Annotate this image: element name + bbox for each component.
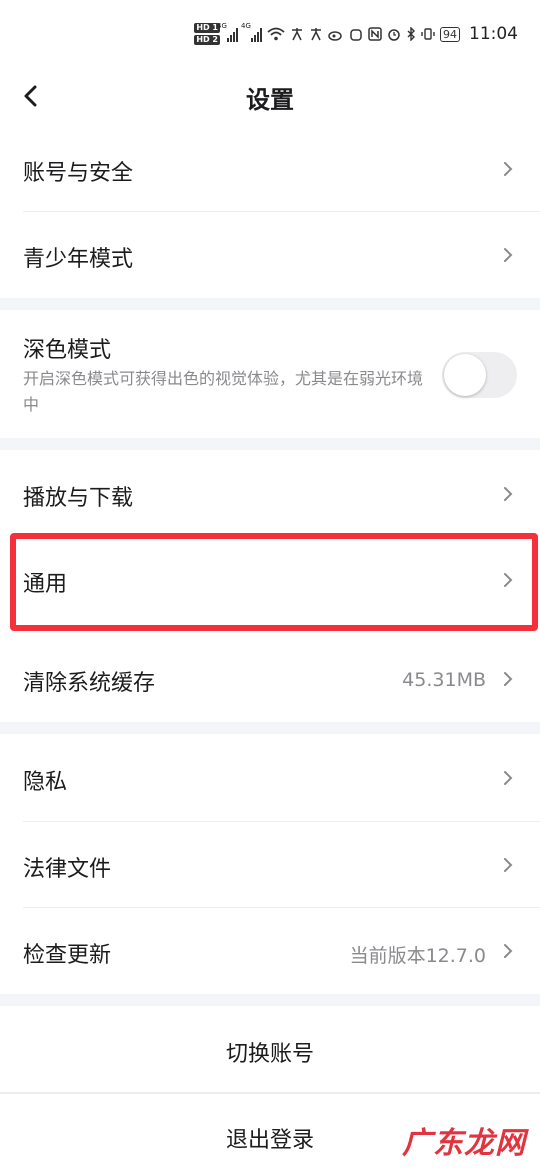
- chevron-right-icon: [504, 672, 513, 686]
- account-security-label: 账号与安全: [23, 161, 134, 186]
- teen-mode-label: 青少年模式: [23, 247, 134, 272]
- nav-bar: 设置: [0, 68, 540, 126]
- dark-mode-label: 深色模式: [23, 338, 112, 363]
- account-security-row[interactable]: 账号与安全: [0, 126, 540, 212]
- page-title: 设置: [246, 86, 294, 114]
- hand-icon: [350, 29, 362, 41]
- cache-size-value: 45.31MB: [402, 669, 486, 691]
- app-notification-icon: [311, 28, 321, 41]
- switch-account-label: 切换账号: [225, 1042, 314, 1067]
- cell-signal-2-icon: 4G: [241, 22, 262, 42]
- current-version-value: 当前版本12.7.0: [349, 945, 486, 967]
- cell-signal-1-icon: 4G: [217, 22, 238, 42]
- battery-icon: 94: [440, 26, 460, 42]
- check-update-row[interactable]: 检查更新 当前版本12.7.0: [0, 908, 540, 994]
- section-gap: [0, 722, 540, 734]
- bluetooth-icon: [407, 27, 415, 41]
- privacy-row[interactable]: 隐私: [0, 734, 540, 822]
- dark-mode-toggle[interactable]: [442, 352, 517, 398]
- watermark-logo: 广东龙网: [402, 1126, 526, 1161]
- chevron-right-icon: [504, 944, 513, 958]
- section-gap: [0, 438, 540, 450]
- toggle-knob: [444, 354, 486, 396]
- clear-cache-row[interactable]: 清除系统缓存 45.31MB: [0, 636, 540, 722]
- vibrate-icon: [421, 28, 435, 40]
- nfc-icon: [368, 27, 382, 41]
- playback-download-row[interactable]: 播放与下载: [0, 450, 540, 538]
- section-gap: [0, 298, 540, 310]
- status-bar: HD 1 HD 2 4G 4G 94 11:04: [0, 0, 540, 68]
- chevron-right-icon: [504, 487, 513, 501]
- legal-label: 法律文件: [23, 857, 112, 882]
- hd2-label: HD 2: [194, 35, 220, 45]
- playback-download-label: 播放与下载: [23, 486, 134, 511]
- check-update-label: 检查更新: [23, 943, 112, 968]
- clear-cache-label: 清除系统缓存: [23, 671, 156, 696]
- teen-mode-row[interactable]: 青少年模式: [0, 212, 540, 298]
- dark-mode-row: 深色模式 开启深色模式可获得出色的视觉体验，尤其是在弱光环境中: [0, 310, 540, 438]
- wifi-icon: [267, 27, 285, 41]
- legal-row[interactable]: 法律文件: [0, 822, 540, 908]
- chevron-right-icon: [504, 162, 513, 176]
- chevron-right-icon: [504, 248, 513, 262]
- dark-mode-description: 开启深色模式可获得出色的视觉体验，尤其是在弱光环境中: [23, 369, 424, 414]
- section-gap: [0, 994, 540, 1006]
- net1-label: 4G: [217, 22, 227, 30]
- net2-label: 4G: [241, 22, 251, 30]
- weibo-icon: [328, 31, 342, 41]
- highlight-annotation: [10, 533, 538, 631]
- privacy-label: 隐私: [23, 770, 68, 795]
- alarm-icon: [388, 29, 400, 41]
- app-notification-icon: [292, 28, 302, 41]
- clock: 11:04: [469, 24, 518, 44]
- chevron-right-icon: [504, 858, 513, 872]
- switch-account-button[interactable]: 切换账号: [0, 1006, 540, 1092]
- chevron-right-icon: [504, 771, 513, 785]
